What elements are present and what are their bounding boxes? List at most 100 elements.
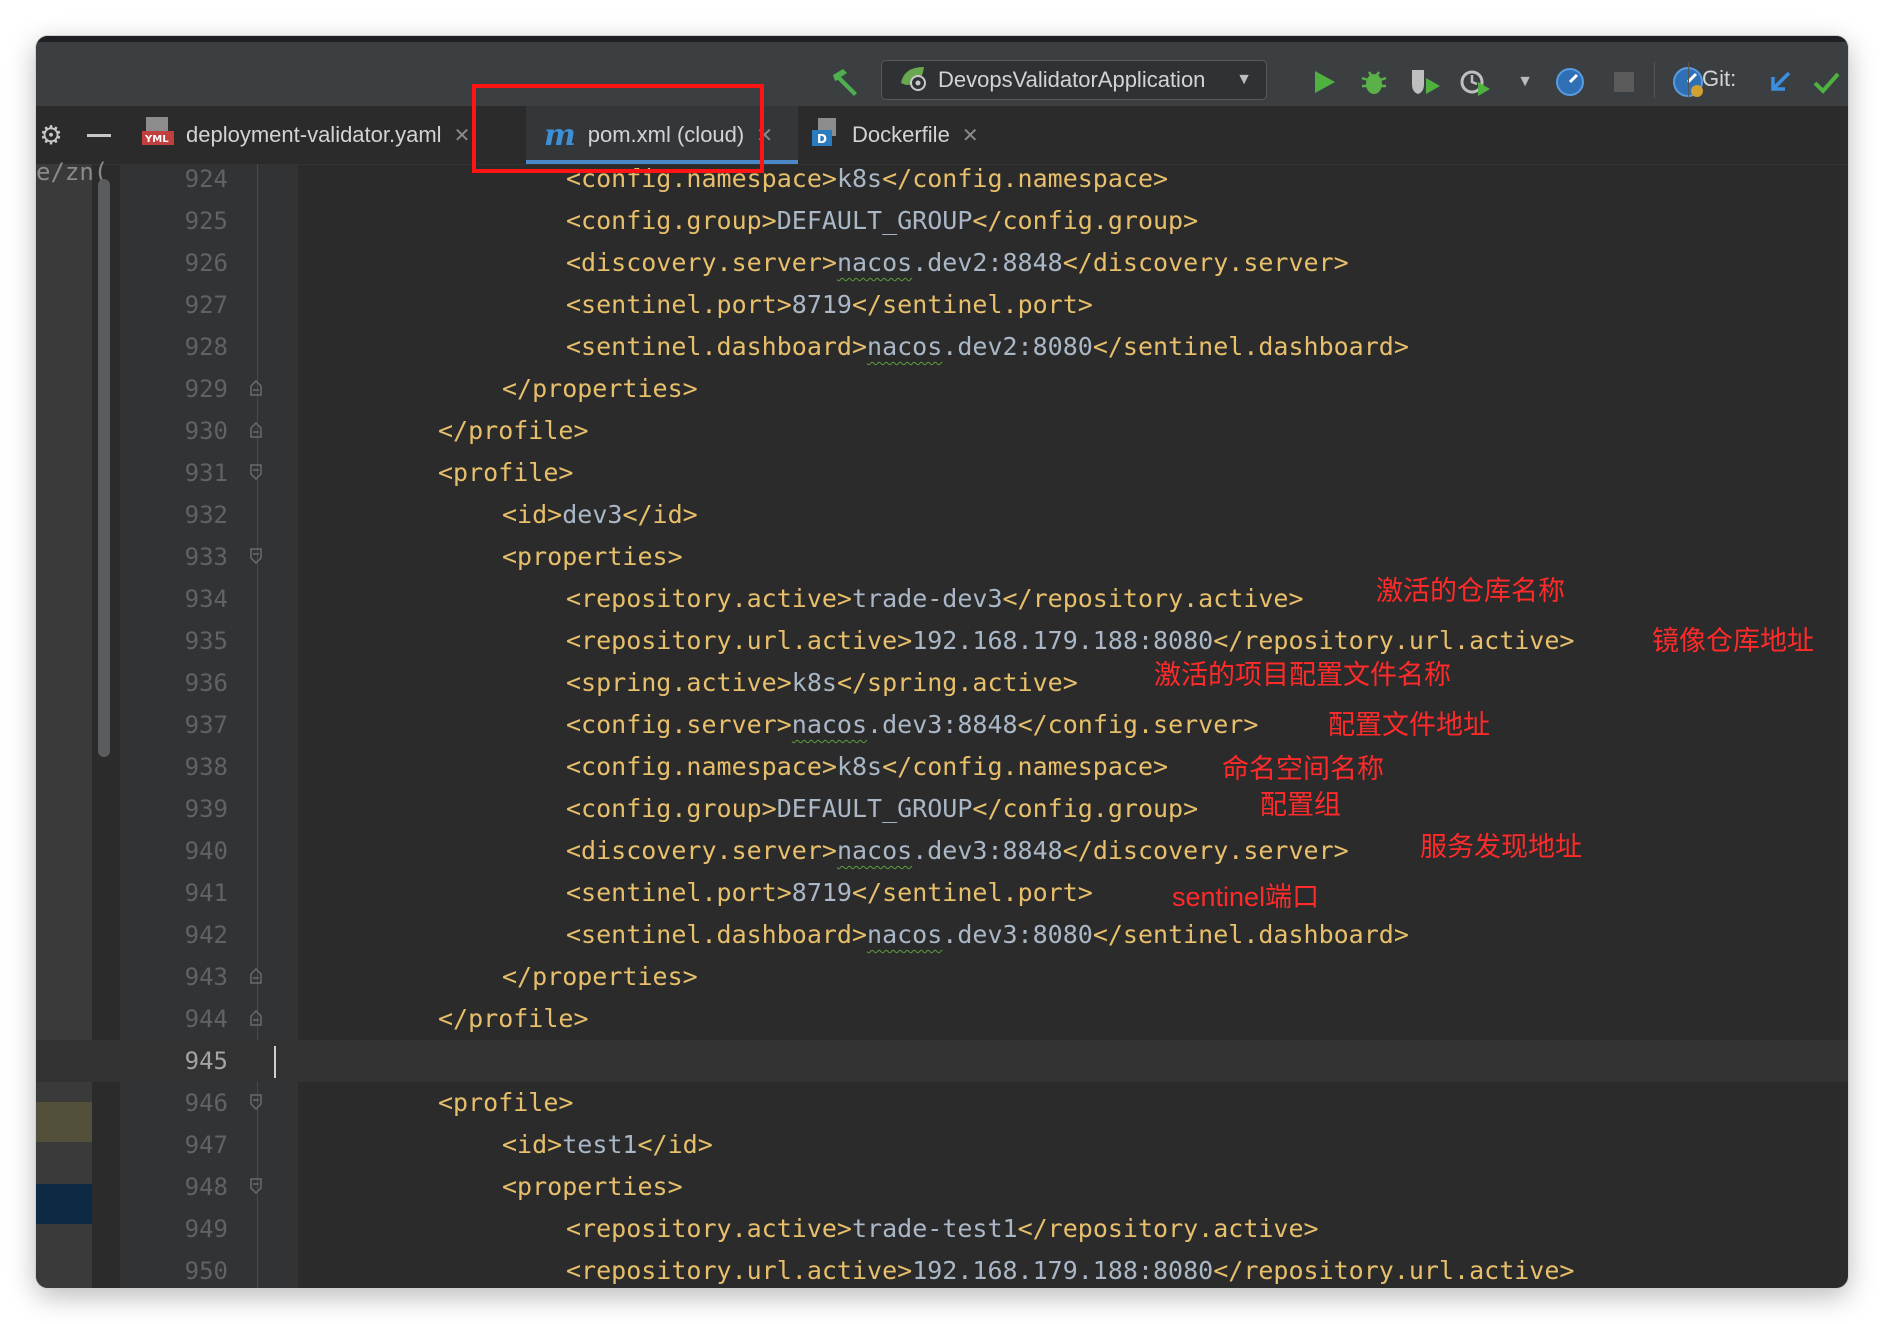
annotation-label: 镜像仓库地址 xyxy=(1652,626,1814,656)
code-line[interactable]: 937 <config.server>nacos.dev3:8848</confi… xyxy=(36,704,1848,746)
xml-text: nacos.dev2:8848 xyxy=(836,248,1063,277)
xml-code: </properties> xyxy=(502,956,698,998)
code-line[interactable]: 946 <profile> xyxy=(36,1082,1848,1124)
fold-start-icon[interactable] xyxy=(250,1178,262,1195)
gear-icon[interactable]: ⚙ xyxy=(36,120,66,150)
xml-open-tag: <id> xyxy=(502,1130,563,1159)
git-update-icon[interactable] xyxy=(1760,62,1800,102)
line-number: 932 xyxy=(184,501,228,529)
code-line[interactable]: 948 <properties> xyxy=(36,1166,1848,1208)
xml-code: <profile> xyxy=(438,1082,573,1124)
xml-code: <repository.active>trade-dev3</repositor… xyxy=(566,578,1304,620)
fold-start-icon[interactable] xyxy=(250,548,262,565)
code-line[interactable]: 944 </profile> xyxy=(36,998,1848,1040)
profile-icon[interactable] xyxy=(1454,62,1498,102)
code-line[interactable]: 933 <properties> xyxy=(36,536,1848,578)
tab-dockerfile[interactable]: D Dockerfile ✕ xyxy=(806,106,1006,164)
xml-open-tag: <id> xyxy=(502,500,563,529)
xml-open-tag: <discovery.server> xyxy=(566,836,837,865)
code-line[interactable]: 949 <repository.active>trade-test1</repos… xyxy=(36,1208,1848,1250)
line-number: 949 xyxy=(184,1215,228,1243)
xml-text: DEFAULT_GROUP xyxy=(776,206,973,235)
spelling-warning: nacos xyxy=(867,332,943,361)
code-line[interactable]: 945 xyxy=(36,1040,1848,1082)
fold-start-icon[interactable] xyxy=(250,1094,262,1111)
code-line[interactable]: 924 <config.namespace>k8s</config.namespa… xyxy=(36,164,1848,200)
minimize-icon[interactable] xyxy=(82,120,116,150)
xml-text: dev3 xyxy=(562,500,623,529)
code-line[interactable]: 938 <config.namespace>k8s</config.namespa… xyxy=(36,746,1848,788)
code-line[interactable]: 929 </properties> xyxy=(36,368,1848,410)
annotation-label: 配置文件地址 xyxy=(1328,710,1490,740)
code-line[interactable]: 926 <discovery.server>nacos.dev2:8848</di… xyxy=(36,242,1848,284)
fold-start-icon[interactable] xyxy=(250,464,262,481)
hammer-icon[interactable] xyxy=(824,62,864,102)
code-line[interactable]: 939 <config.group>DEFAULT_GROUP</config.g… xyxy=(36,788,1848,830)
fold-end-icon[interactable] xyxy=(250,1009,262,1026)
svg-text:YML: YML xyxy=(144,134,169,145)
xml-text: trade-dev3 xyxy=(851,584,1003,613)
line-number: 931 xyxy=(184,459,228,487)
code-line[interactable]: 925 <config.group>DEFAULT_GROUP</config.g… xyxy=(36,200,1848,242)
annotation-label: sentinel端口 xyxy=(1172,882,1320,912)
svg-text:D: D xyxy=(817,132,827,146)
line-number: 934 xyxy=(184,585,228,613)
annotation-label: 服务发现地址 xyxy=(1420,832,1582,862)
xml-text: nacos.dev3:8848 xyxy=(791,710,1018,739)
close-icon[interactable]: ✕ xyxy=(962,123,979,148)
code-editor[interactable]: 924 <config.namespace>k8s</config.namespa… xyxy=(36,164,1848,1288)
code-line[interactable]: 947 <id>test1</id> xyxy=(36,1124,1848,1166)
xml-close-tag: </repository.active> xyxy=(1002,584,1304,613)
code-line[interactable]: 931 <profile> xyxy=(36,452,1848,494)
code-line[interactable]: 935 <repository.url.active>192.168.179.18… xyxy=(36,620,1848,662)
coverage-icon[interactable] xyxy=(1404,62,1448,102)
fold-end-icon[interactable] xyxy=(250,967,262,984)
xml-open-tag: <sentinel.port> xyxy=(566,878,792,907)
code-line[interactable]: 934 <repository.active>trade-dev3</reposi… xyxy=(36,578,1848,620)
xml-close-tag: </sentinel.dashboard> xyxy=(1092,332,1409,361)
fold-end-icon[interactable] xyxy=(250,421,262,438)
code-line[interactable]: 950 <repository.url.active>192.168.179.18… xyxy=(36,1250,1848,1288)
spring-boot-icon xyxy=(898,63,928,97)
run-icon[interactable] xyxy=(1304,62,1344,102)
xml-code: <config.group>DEFAULT_GROUP</config.grou… xyxy=(566,788,1198,830)
annotation-label: 配置组 xyxy=(1260,790,1341,820)
code-line[interactable]: 927 <sentinel.port>8719</sentinel.port> xyxy=(36,284,1848,326)
xml-text: k8s xyxy=(836,164,883,193)
line-number: 947 xyxy=(184,1131,228,1159)
xml-text: nacos.dev3:8848 xyxy=(836,836,1063,865)
stop-icon[interactable] xyxy=(1604,62,1644,102)
code-line[interactable]: 936 <spring.active>k8s</spring.active> xyxy=(36,662,1848,704)
xml-close-tag: </repository.url.active> xyxy=(1213,626,1575,655)
xml-code: <repository.url.active>192.168.179.188:8… xyxy=(566,1250,1574,1288)
xml-code: <repository.active>trade-test1</reposito… xyxy=(566,1208,1319,1250)
fold-end-icon[interactable] xyxy=(250,379,262,396)
editor-tabs-bar: ⚙ YML deployment-validator.yaml ✕ m pom.… xyxy=(36,106,1848,165)
xml-open-tag: <properties> xyxy=(502,1172,683,1201)
git-commit-icon[interactable] xyxy=(1806,62,1846,102)
tab-deployment-validator-yaml[interactable]: YML deployment-validator.yaml ✕ xyxy=(140,106,520,164)
code-line[interactable]: 942 <sentinel.dashboard>nacos.dev3:8080</… xyxy=(36,914,1848,956)
tab-label: Dockerfile xyxy=(852,122,950,147)
code-line[interactable]: 941 <sentinel.port>8719</sentinel.port> xyxy=(36,872,1848,914)
speed-icon[interactable] xyxy=(1550,62,1590,102)
xml-open-tag: <sentinel.port> xyxy=(566,290,792,319)
xml-code: <sentinel.dashboard>nacos.dev2:8080</sen… xyxy=(566,326,1409,368)
close-icon[interactable]: ✕ xyxy=(454,123,471,148)
run-configuration-selector[interactable]: DevopsValidatorApplication ▼ xyxy=(881,60,1267,100)
code-line[interactable]: 928 <sentinel.dashboard>nacos.dev2:8080</… xyxy=(36,326,1848,368)
xml-open-tag: <repository.url.active> xyxy=(566,1256,913,1285)
code-line[interactable]: 930 </profile> xyxy=(36,410,1848,452)
debug-icon[interactable] xyxy=(1354,62,1394,102)
xml-close-tag: </config.namespace> xyxy=(882,752,1169,781)
xml-open-tag: <repository.url.active> xyxy=(566,626,913,655)
chevron-down-icon[interactable]: ▼ xyxy=(1514,68,1536,96)
xml-open-tag: <repository.active> xyxy=(566,1214,852,1243)
line-number: 950 xyxy=(184,1257,228,1285)
docker-icon: D xyxy=(810,116,842,154)
xml-code: </profile> xyxy=(438,410,589,452)
xml-code: <id>dev3</id> xyxy=(502,494,698,536)
code-line[interactable]: 932 <id>dev3</id> xyxy=(36,494,1848,536)
code-line[interactable]: 943 </properties> xyxy=(36,956,1848,998)
line-number: 940 xyxy=(184,837,228,865)
